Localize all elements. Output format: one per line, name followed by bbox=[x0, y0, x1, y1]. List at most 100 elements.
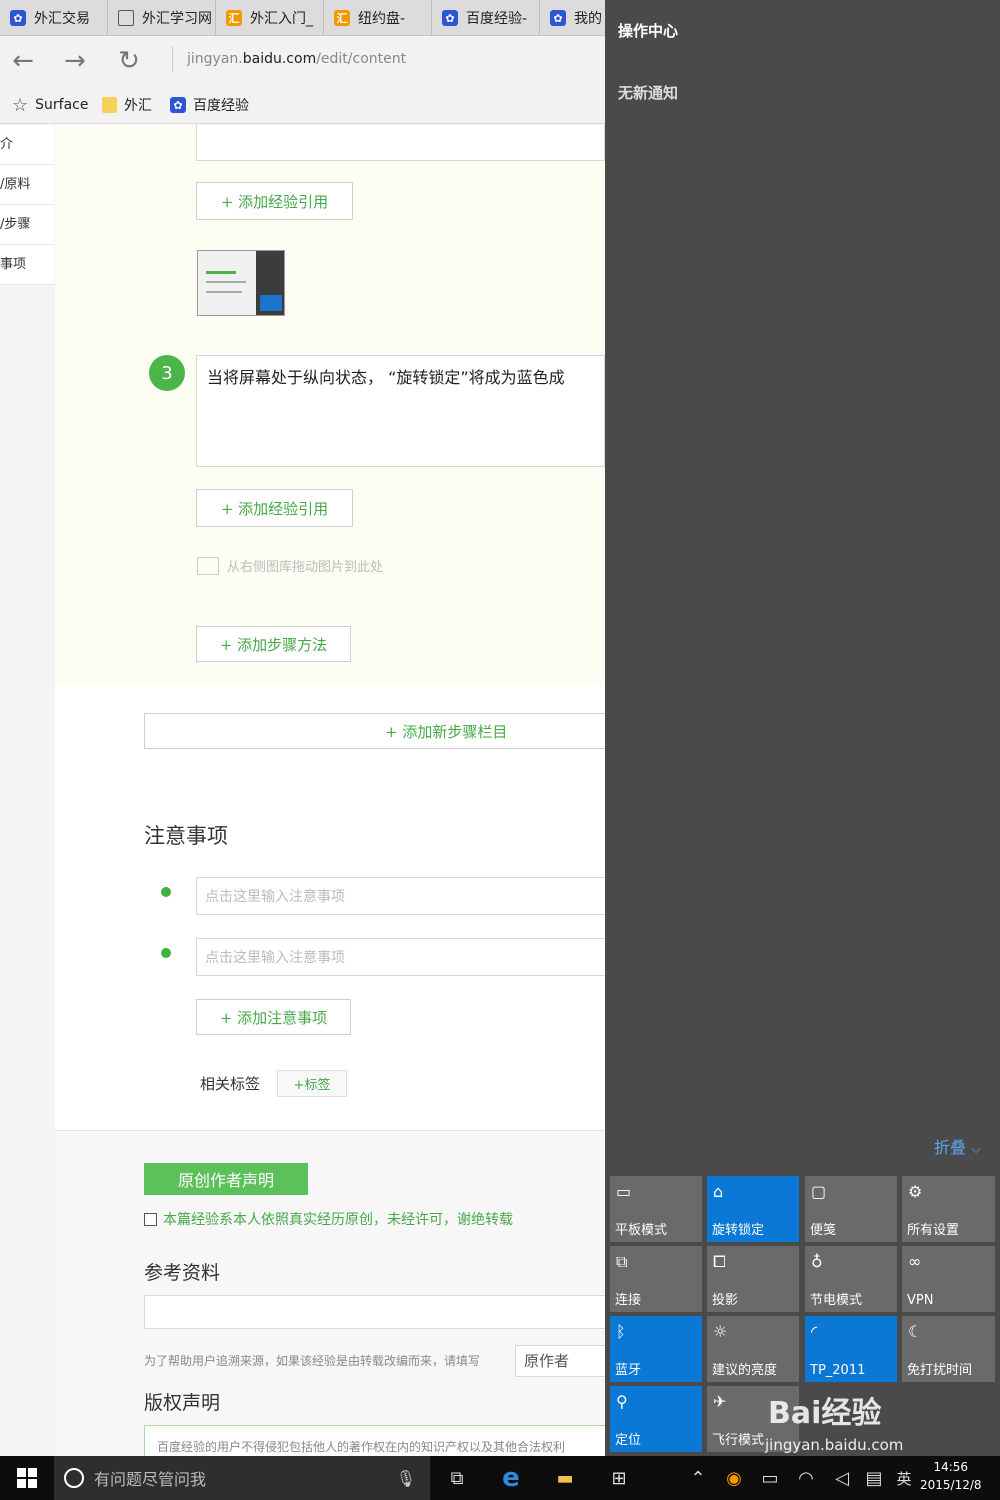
step-text-field[interactable] bbox=[196, 125, 605, 161]
project-icon: ⧠ bbox=[713, 1252, 726, 1271]
bullet-dot bbox=[161, 887, 171, 897]
cortana-search-box[interactable]: 有问题尽管问我 🎙 bbox=[54, 1456, 430, 1500]
collapse-button[interactable]: 折叠 ⌵ bbox=[934, 1134, 981, 1158]
tablet-icon[interactable]: ▭ bbox=[752, 1456, 788, 1500]
tile-bluetooth[interactable]: ᛒ 蓝牙 bbox=[610, 1316, 702, 1382]
edge-browser-icon[interactable]: e bbox=[488, 1456, 534, 1500]
add-tag-button[interactable]: +标签 bbox=[277, 1070, 347, 1097]
baidu-paw-icon: ✿ bbox=[170, 97, 186, 113]
favorite-baidu-jingyan[interactable]: ✿ 百度经验 bbox=[170, 94, 249, 116]
declaration-panel bbox=[55, 1130, 605, 1456]
chevron-up-icon[interactable]: ⌃ bbox=[680, 1456, 716, 1500]
airplane-icon: ✈ bbox=[713, 1392, 727, 1411]
wifi-icon[interactable]: ◠ bbox=[788, 1456, 824, 1500]
bullet-dot bbox=[161, 948, 171, 958]
nav-item-materials[interactable]: /原料 bbox=[0, 165, 54, 205]
tile-vpn[interactable]: ∞ VPN bbox=[902, 1246, 995, 1312]
reference-hint: 为了帮助用户追溯来源，如果该经验是由转载改编而来，请填写 bbox=[144, 1354, 481, 1368]
brightness-icon: ☼ bbox=[713, 1322, 728, 1341]
browser-tab[interactable]: 汇 纽约盘- bbox=[324, 0, 432, 36]
step-text-field[interactable]: 当将屏幕处于纵向状态， “旋转锁定”将成为蓝色成 bbox=[196, 355, 605, 467]
tile-wifi[interactable]: ◜ TP_2011 bbox=[805, 1316, 897, 1382]
tile-project[interactable]: ⧠ 投影 bbox=[707, 1246, 799, 1312]
gear-icon: ⚙ bbox=[908, 1182, 923, 1201]
original-author-tab[interactable]: 原创作者声明 bbox=[144, 1163, 308, 1195]
author-input[interactable]: 原作者 bbox=[515, 1345, 605, 1377]
add-section-button[interactable]: + 添加新步骤栏目 bbox=[144, 713, 605, 749]
favorite-forex-folder[interactable]: 外汇 bbox=[102, 94, 152, 116]
refresh-icon[interactable]: ↻ bbox=[112, 44, 146, 78]
rotation-lock-icon: ⌂ bbox=[713, 1182, 724, 1201]
store-icon[interactable]: ⊞ bbox=[596, 1456, 642, 1500]
chevron-down-icon: ⌵ bbox=[971, 1142, 981, 1157]
add-note-button[interactable]: + 添加注意事项 bbox=[196, 999, 351, 1035]
star-icon: ☆ bbox=[12, 94, 29, 116]
note-input[interactable]: 点击这里输入注意事项 bbox=[196, 938, 605, 976]
tile-all-settings[interactable]: ⚙ 所有设置 bbox=[902, 1176, 995, 1242]
browser-tab[interactable]: ✿ 我的 bbox=[540, 0, 610, 36]
original-declaration[interactable]: 本篇经验系本人依照真实经历原创，未经许可，谢绝转载 bbox=[144, 1209, 513, 1229]
forward-icon[interactable]: → bbox=[58, 44, 92, 78]
browser-tab[interactable]: ✿ 百度经验- bbox=[432, 0, 540, 36]
action-center-title: 操作中心 bbox=[618, 22, 679, 40]
back-icon[interactable]: ← bbox=[6, 44, 40, 78]
add-reference-button[interactable]: + 添加经验引用 bbox=[196, 489, 353, 527]
battery-saver-icon: ♁ bbox=[811, 1252, 823, 1271]
bluetooth-icon: ᛒ bbox=[616, 1322, 626, 1341]
tags-label: 相关标签 bbox=[200, 1075, 261, 1093]
section-nav: 介 /原料 /步骤 事项 bbox=[0, 125, 54, 285]
wifi-icon: ◜ bbox=[811, 1322, 818, 1341]
action-center-icon[interactable]: ▤ bbox=[860, 1456, 888, 1500]
baidu-jingyan-logo: Bai经验 bbox=[768, 1396, 882, 1431]
vpn-icon: ∞ bbox=[908, 1252, 922, 1271]
ime-indicator[interactable]: 英 bbox=[888, 1456, 920, 1500]
volume-icon[interactable]: ◁ bbox=[824, 1456, 860, 1500]
checkbox[interactable] bbox=[144, 1212, 157, 1226]
tray-app-icon[interactable]: ◉ bbox=[716, 1456, 752, 1500]
folder-icon bbox=[102, 97, 117, 113]
nav-item-steps[interactable]: /步骤 bbox=[0, 205, 54, 245]
tile-quiet-hours[interactable]: ☾ 免打扰时间 bbox=[902, 1316, 995, 1382]
baidu-paw-icon: ✿ bbox=[10, 10, 26, 26]
location-icon: ⚲ bbox=[616, 1392, 628, 1411]
quiet-hours-icon: ☾ bbox=[908, 1322, 923, 1341]
tile-location[interactable]: ⚲ 定位 bbox=[610, 1386, 702, 1452]
microphone-icon[interactable]: 🎙 bbox=[396, 1469, 416, 1488]
no-notifications-text: 无新通知 bbox=[618, 84, 679, 102]
tile-tablet-mode[interactable]: ▭ 平板模式 bbox=[610, 1176, 702, 1242]
cortana-icon bbox=[64, 1468, 84, 1488]
taskbar-clock[interactable]: 14:56 2015/12/8 bbox=[920, 1458, 982, 1494]
add-method-button[interactable]: + 添加步骤方法 bbox=[196, 626, 351, 662]
tile-note[interactable]: ▢ 便笺 bbox=[805, 1176, 897, 1242]
note-input[interactable]: 点击这里输入注意事项 bbox=[196, 877, 605, 915]
browser-tab[interactable]: 汇 外汇入门_ bbox=[216, 0, 324, 36]
tile-rotation-lock[interactable]: ⌂ 旋转锁定 bbox=[707, 1176, 799, 1242]
url-field[interactable]: jingyan.baidu.com/edit/content bbox=[172, 46, 406, 72]
tablet-mode-icon: ▭ bbox=[616, 1182, 632, 1201]
reference-input[interactable] bbox=[144, 1295, 605, 1329]
notes-heading: 注意事项 bbox=[144, 824, 228, 848]
hui-icon: 汇 bbox=[226, 10, 242, 26]
copyright-text: 百度经验的用户不得侵犯包括他人的著作权在内的知识产权以及其他合法权利 bbox=[144, 1425, 605, 1456]
baidu-paw-icon: ✿ bbox=[550, 10, 566, 26]
browser-tab[interactable]: ✿ 外汇交易 bbox=[0, 0, 108, 36]
add-reference-button[interactable]: + 添加经验引用 bbox=[196, 182, 353, 220]
note-icon: ▢ bbox=[811, 1182, 827, 1201]
task-view-icon[interactable]: ⧉ bbox=[434, 1456, 480, 1500]
image-drop-zone[interactable]: 从右侧图库拖动图片到此处 bbox=[197, 556, 383, 575]
nav-item-notes[interactable]: 事项 bbox=[0, 245, 54, 285]
reference-heading: 参考资料 bbox=[144, 1262, 221, 1284]
image-icon bbox=[197, 556, 219, 575]
copyright-heading: 版权声明 bbox=[144, 1392, 221, 1414]
nav-item-intro[interactable]: 介 bbox=[0, 125, 54, 165]
tile-battery-saver[interactable]: ♁ 节电模式 bbox=[805, 1246, 897, 1312]
start-button[interactable] bbox=[0, 1456, 54, 1500]
baidu-paw-icon: ✿ bbox=[442, 10, 458, 26]
browser-tab[interactable]: 外汇学习网 bbox=[108, 0, 216, 36]
favorite-surface[interactable]: ☆ Surface bbox=[12, 94, 88, 116]
page-icon bbox=[118, 10, 134, 26]
tile-connect[interactable]: ⧉ 连接 bbox=[610, 1246, 702, 1312]
step-image-thumbnail[interactable] bbox=[197, 250, 285, 316]
file-explorer-icon[interactable]: ▬ bbox=[542, 1456, 588, 1500]
tile-brightness[interactable]: ☼ 建议的亮度 bbox=[707, 1316, 799, 1382]
